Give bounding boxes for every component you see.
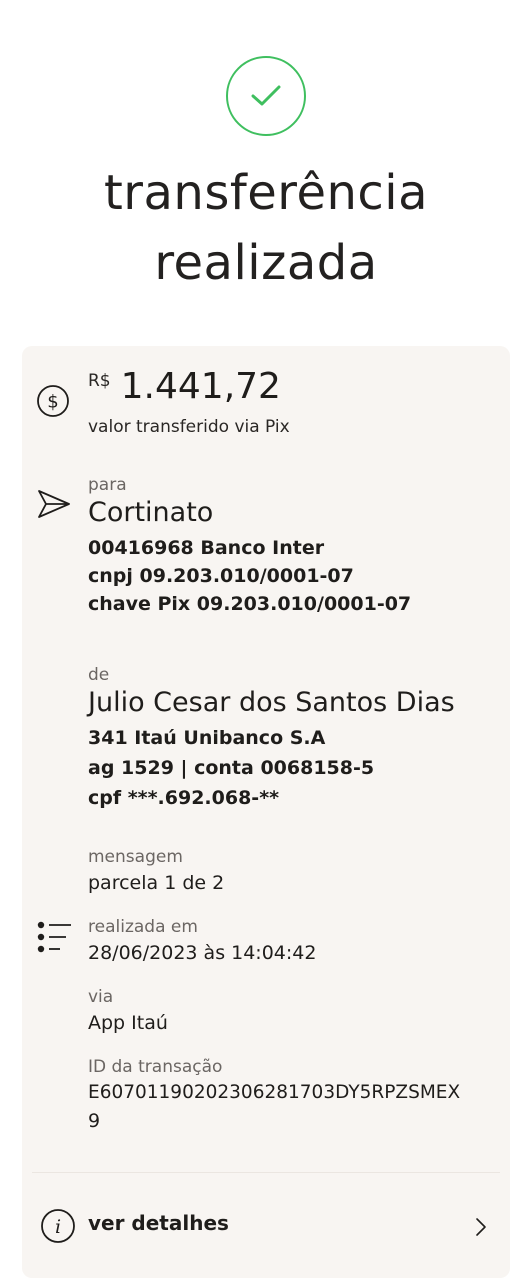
recipient-pix-key: chave Pix 09.203.010/0001-07 [88,593,412,615]
sender-account: ag 1529 | conta 0068158-5 [88,757,375,779]
view-details-button[interactable]: i ver detalhes [22,1196,510,1256]
svg-text:$: $ [47,392,58,413]
sender-name: Julio Cesar dos Santos Dias [88,687,455,718]
divider [32,1172,500,1173]
sender-label: de [88,665,110,685]
transaction-id-line-1: E60701190202306281703DY5RPZSMEX [88,1082,461,1103]
sender-bank: 341 Itaú Unibanco S.A [88,727,326,749]
receipt-card: $ R$ 1.441,72 valor transferido via Pix … [22,346,510,1278]
page-title: transferência realizada [0,158,532,298]
success-icon [226,56,306,136]
title-line-2: realizada [154,235,378,291]
transaction-id-line-2: 9 [88,1110,101,1132]
channel-label: via [88,987,114,1007]
currency-symbol: R$ [88,371,111,391]
title-line-1: transferência [103,165,429,221]
datetime-value: 28/06/2023 às 14:04:42 [88,942,317,964]
dollar-circle-icon: $ [37,385,69,417]
amount-value: 1.441,72 [120,366,281,407]
channel-value: App Itaú [88,1012,168,1034]
message-label: mensagem [88,847,183,867]
recipient-cnpj: cnpj 09.203.010/0001-07 [88,565,354,587]
amount-row: R$ 1.441,72 [88,366,281,407]
message-value: parcela 1 de 2 [88,872,225,894]
view-details-label: ver detalhes [88,1211,229,1235]
recipient-label: para [88,475,127,495]
chevron-right-icon [476,1218,486,1236]
recipient-name: Cortinato [88,497,214,528]
send-icon [38,490,70,518]
recipient-bank: 00416968 Banco Inter [88,537,325,559]
info-icon: i [41,1209,75,1243]
checkmark-icon [251,85,281,106]
transaction-id-label: ID da transação [88,1057,223,1077]
list-icon [37,921,71,953]
datetime-label: realizada em [88,917,198,937]
svg-text:i: i [55,1216,61,1238]
sender-cpf: cpf ***.692.068-** [88,787,280,809]
amount-caption: valor transferido via Pix [88,417,290,437]
